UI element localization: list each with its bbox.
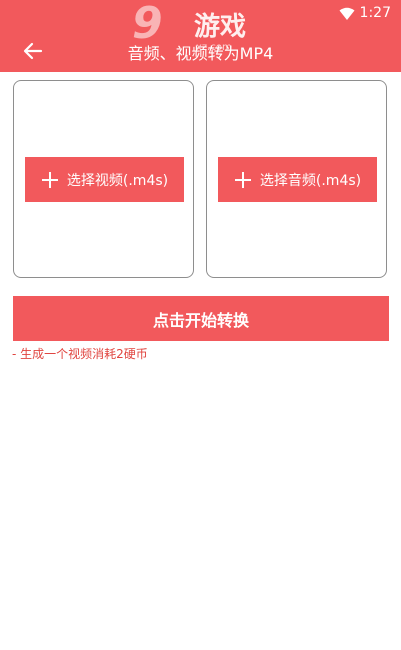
status-time: 1:27 xyxy=(359,5,391,21)
select-video-button[interactable]: 选择视频(.m4s) xyxy=(25,157,184,202)
wifi-icon xyxy=(339,7,355,20)
select-video-label: 选择视频(.m4s) xyxy=(66,172,169,189)
start-convert-button[interactable]: 点击开始转换 xyxy=(13,296,389,341)
plus-icon xyxy=(41,171,58,188)
app-header: 1:27 9 游戏 xz.com 音频、视频转为MP4 xyxy=(0,0,401,72)
page-title: 音频、视频转为MP4 xyxy=(127,44,274,63)
coin-cost-note: - 生成一个视频消耗2硬币 xyxy=(12,347,148,361)
select-audio-button[interactable]: 选择音频(.m4s) xyxy=(218,157,377,202)
video-picker-card: 选择视频(.m4s) xyxy=(13,80,194,278)
status-bar: 1:27 xyxy=(0,0,401,28)
start-convert-label: 点击开始转换 xyxy=(152,310,249,330)
audio-picker-card: 选择音频(.m4s) xyxy=(206,80,387,278)
select-audio-label: 选择音频(.m4s) xyxy=(259,172,362,189)
plus-icon xyxy=(234,171,251,188)
